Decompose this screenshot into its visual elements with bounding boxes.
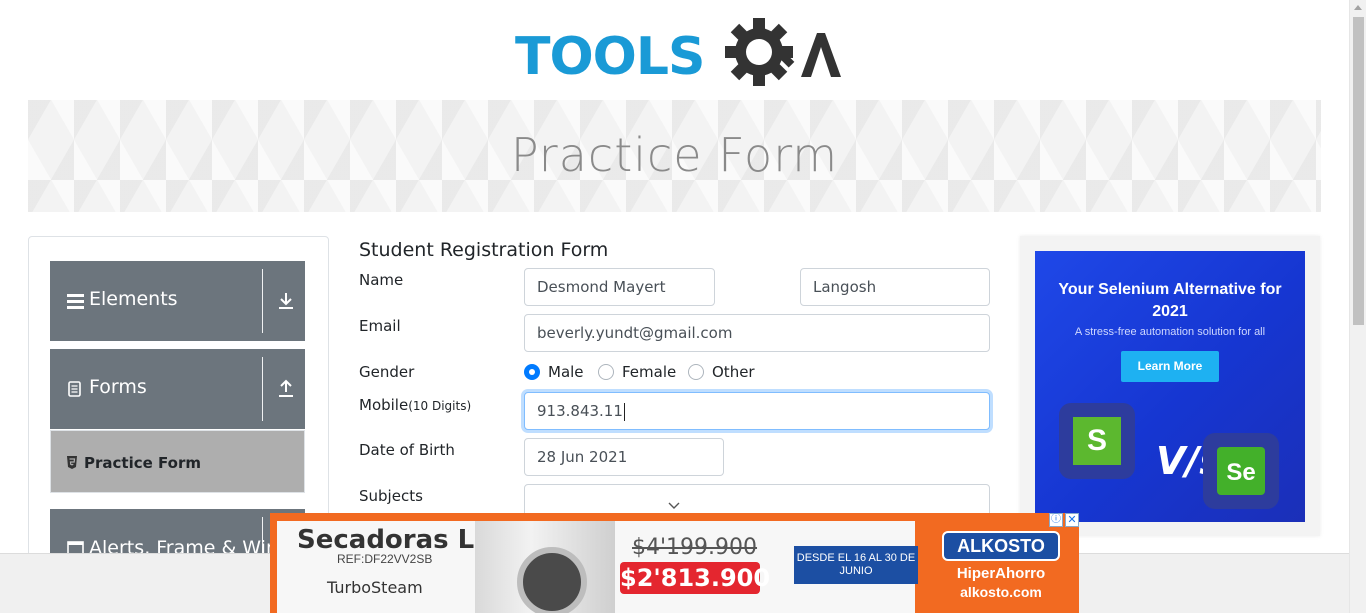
- sidebar: Elements Forms Practice Form Alerts, Fra…: [28, 236, 329, 553]
- washer-image: [475, 521, 615, 613]
- sidebar-group-label: Forms: [89, 376, 147, 398]
- email-label: Email: [359, 317, 401, 335]
- last-name-input[interactable]: Langosh: [800, 268, 990, 306]
- divider: [262, 269, 263, 333]
- dob-label: Date of Birth: [359, 441, 455, 459]
- sidebar-group-alerts[interactable]: Alerts, Frame & Windows: [50, 509, 327, 553]
- learn-more-button[interactable]: Learn More: [1121, 351, 1219, 382]
- divider: [262, 517, 263, 553]
- scrollbar-thumb[interactable]: [1353, 17, 1364, 325]
- sidebar-group-forms[interactable]: Forms: [50, 349, 305, 429]
- radio-circle: [688, 364, 704, 380]
- form-title: Student Registration Form: [359, 239, 609, 261]
- gear-icon: [725, 18, 841, 86]
- ad-product-ref: REF:DF22VV2SB: [337, 552, 433, 566]
- alkosto-tagline: HiperAhorro: [956, 565, 1046, 582]
- alkosto-logo: ALKOSTO HiperAhorro alkosto.com: [938, 527, 1064, 605]
- mobile-input[interactable]: 913.843.11: [524, 392, 990, 430]
- sidebar-item-label: Practice Form: [84, 454, 201, 472]
- document-icon: [68, 381, 81, 397]
- page-banner: Practice Form: [28, 100, 1321, 212]
- washer-door-icon: [517, 547, 587, 613]
- katalon-logo-icon: S: [1073, 417, 1121, 465]
- ad-dates: DESDE EL 16 AL 30 DE JUNIO: [794, 546, 918, 584]
- date-of-birth-input[interactable]: 28 Jun 2021: [524, 438, 724, 476]
- mobile-label: Mobile(10 Digits): [359, 396, 471, 414]
- first-name-input[interactable]: Desmond Mayert: [524, 268, 715, 306]
- upload-icon: [279, 379, 293, 397]
- vertical-scrollbar[interactable]: [1349, 0, 1366, 613]
- gender-label: Gender: [359, 363, 415, 381]
- mobile-hint: (10 Digits): [408, 399, 472, 413]
- ad-card[interactable]: Your Selenium Alternative for 2021 A str…: [1035, 251, 1305, 522]
- ad-banner-bottom[interactable]: Secadoras LG REF:DF22VV2SB TurboSteam $4…: [270, 513, 1079, 613]
- radio-label: Male: [548, 363, 584, 381]
- ad-turbosteam-logo: TurboSteam: [327, 578, 423, 597]
- divider: [262, 357, 263, 421]
- radio-circle: [598, 364, 614, 380]
- radio-label: Other: [712, 363, 755, 381]
- name-label: Name: [359, 271, 404, 289]
- scroll-up-icon[interactable]: [1354, 5, 1362, 10]
- page-viewport: TOOLS Practice Form Elements Forms Pract…: [0, 0, 1349, 553]
- text-caret: [623, 402, 625, 421]
- ad-subtitle: A stress-free automation solution for al…: [1074, 326, 1266, 338]
- logo-text: TOOLS: [515, 27, 705, 87]
- alkosto-url: alkosto.com: [960, 584, 1042, 600]
- radio-label: Female: [622, 363, 677, 381]
- html5-icon: [67, 456, 77, 469]
- sidebar-group-elements[interactable]: Elements: [50, 261, 305, 341]
- subjects-label: Subjects: [359, 487, 423, 505]
- sidebar-group-label: Elements: [89, 288, 178, 310]
- ad-title: Your Selenium Alternative for 2021: [1058, 281, 1282, 320]
- window-icon: [67, 541, 84, 553]
- ad-close-icon[interactable]: ✕: [1065, 513, 1079, 527]
- ad-logo-left: S: [1059, 403, 1135, 479]
- radio-circle: [524, 364, 540, 380]
- mobile-value: 913.843.11: [537, 402, 623, 420]
- alkosto-brand: ALKOSTO: [942, 531, 1060, 561]
- selenium-logo-icon: Se: [1217, 447, 1265, 495]
- ad-logo-right: Se: [1203, 433, 1279, 509]
- mobile-label-text: Mobile: [359, 396, 409, 414]
- toolsqa-logo[interactable]: TOOLS: [515, 15, 841, 91]
- chevron-down-icon: [668, 502, 680, 509]
- ad-info-icon[interactable]: ⓘ: [1049, 513, 1063, 527]
- ad-product-title: Secadoras LG: [297, 525, 496, 555]
- sidebar-item-practice-form[interactable]: Practice Form: [50, 430, 305, 493]
- download-icon: [279, 293, 293, 309]
- ad-banner-right[interactable]: Your Selenium Alternative for 2021 A str…: [1020, 236, 1320, 536]
- ad-new-price: $2'813.900: [620, 562, 771, 594]
- email-input[interactable]: beverly.yundt@gmail.com: [524, 314, 990, 352]
- hamburger-icon: [67, 294, 84, 309]
- page-title: Practice Form: [510, 128, 839, 182]
- ad-old-price: $4'199.900: [632, 535, 758, 560]
